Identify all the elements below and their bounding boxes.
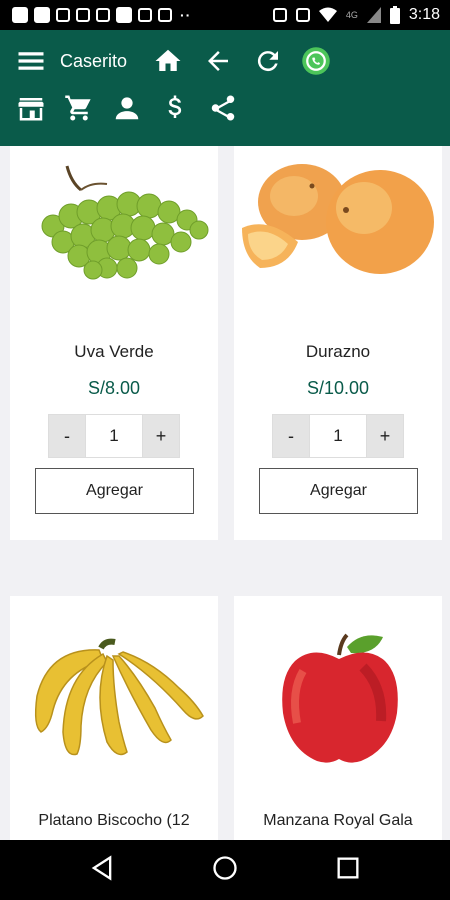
document-icon [96,8,110,22]
tiktok-icon [56,8,70,22]
signal-icon [366,7,381,23]
battery-icon [389,6,400,24]
whatsapp-icon[interactable] [299,44,333,78]
network-type: 4G [345,10,358,20]
tiktok-icon [76,8,90,22]
menu-icon[interactable] [14,44,48,78]
store-icon[interactable] [14,91,48,125]
notification-icons: ·· [12,7,191,23]
call-icon [295,8,310,22]
product-card: Uva Verde S/8.00 - 1 + Agregar [10,146,218,540]
product-name: Durazno [305,342,371,361]
system-nav-bar [0,840,450,900]
product-card: Platano Biscocho (12 [10,596,218,840]
home-button-icon[interactable] [211,854,239,887]
product-grid: Uva Verde S/8.00 - 1 + Agregar Durazno S… [0,146,450,840]
quantity-input[interactable]: 1 [85,415,143,457]
product-name: Uva Verde [74,342,154,361]
increment-button[interactable]: + [143,415,179,457]
home-icon[interactable] [151,44,185,78]
dollar-icon[interactable] [158,91,192,125]
product-card: Durazno S/10.00 - 1 + Agregar [234,146,442,540]
decrement-button[interactable]: - [273,415,309,457]
user-icon[interactable] [110,91,144,125]
product-price: S/8.00 [87,378,141,398]
product-price: S/10.00 [306,378,370,398]
status-bar: ·· 4G 3:18 [0,0,450,30]
facebook-icon [34,7,50,23]
product-name: Platano Biscocho (12 [38,812,190,829]
product-image-bananas [10,626,218,776]
app-title: Caserito [60,50,128,71]
product-image-apple [234,626,442,776]
cart-icon[interactable] [62,91,96,125]
quantity-input[interactable]: 1 [309,415,367,457]
add-to-cart-button[interactable]: Agregar [259,468,418,514]
facebook-icon [12,7,28,23]
product-card: Manzana Royal Gala [234,596,442,840]
vibrate-icon [272,8,287,22]
refresh-icon[interactable] [251,44,285,78]
app-bar: Caserito [0,30,450,146]
status-time: 3:18 [408,6,440,23]
increment-button[interactable]: + [367,415,403,457]
wifi-icon [318,7,337,22]
back-arrow-icon[interactable] [201,44,235,78]
quantity-stepper: - 1 + [48,414,180,458]
add-to-cart-button[interactable]: Agregar [35,468,194,514]
product-image-peach [234,146,442,296]
decrement-button[interactable]: - [49,415,85,457]
mail-icon [138,8,152,22]
more-notifications-icon: ·· [180,7,192,23]
product-image-grapes [10,146,218,296]
instagram-icon [158,8,172,22]
facebook-icon [116,7,132,23]
recents-icon[interactable] [334,854,362,887]
quantity-stepper: - 1 + [272,414,404,458]
share-icon[interactable] [206,91,240,125]
back-icon[interactable] [88,854,116,887]
product-name: Manzana Royal Gala [263,812,413,829]
